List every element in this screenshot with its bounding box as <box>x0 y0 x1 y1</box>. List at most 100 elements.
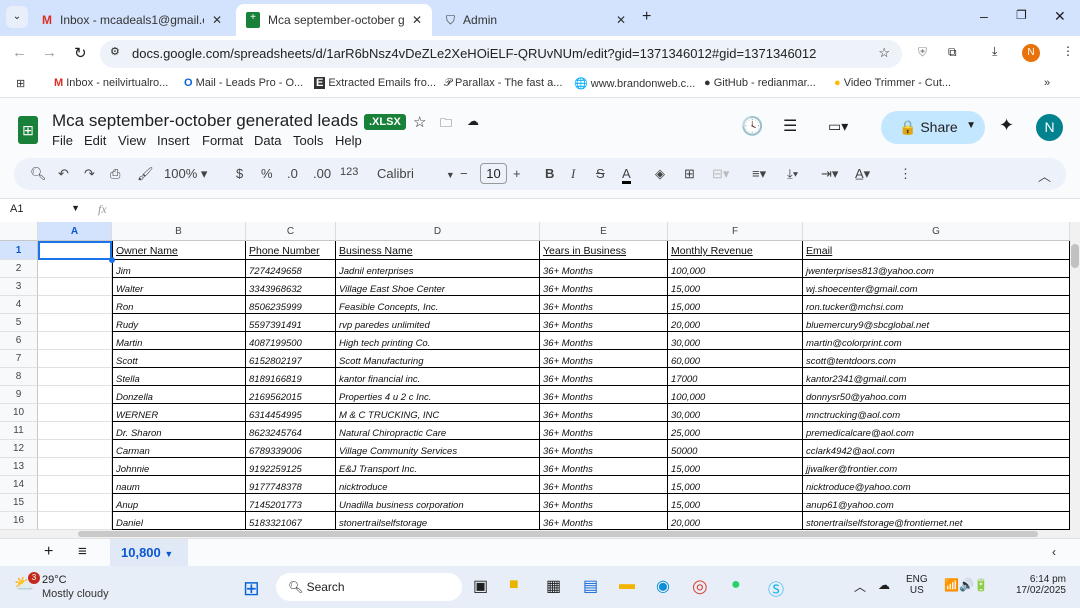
cell[interactable]: 36+ Months <box>540 350 668 368</box>
cell[interactable]: 20,000 <box>668 512 803 530</box>
clock[interactable]: 6:14 pm 17/02/2025 <box>1010 574 1066 596</box>
cell[interactable]: stonertrailselfstorage@frontiernet.net <box>803 512 1070 530</box>
back-icon[interactable]: ← <box>12 44 27 61</box>
cell[interactable]: 36+ Months <box>540 314 668 332</box>
decrease-font-size-button[interactable]: − <box>460 166 468 181</box>
cell[interactable]: 36+ Months <box>540 404 668 422</box>
cell[interactable]: 30,000 <box>668 332 803 350</box>
cell[interactable]: Village Community Services <box>336 440 540 458</box>
bookmark-brandonweb[interactable]: 🌐 www.brandonweb.c... <box>574 77 695 90</box>
reload-icon[interactable]: ↻ <box>74 44 87 62</box>
bookmark-gmail[interactable]: M Inbox - neilvirtualro... <box>54 77 168 89</box>
cell[interactable]: 4087199500 <box>246 332 336 350</box>
cell[interactable]: Properties 4 u 2 c Inc. <box>336 386 540 404</box>
row-header[interactable]: 4 <box>0 296 38 314</box>
row-header[interactable]: 14 <box>0 476 38 494</box>
minimize-button[interactable]: – <box>980 8 988 24</box>
row-header[interactable]: 13 <box>0 458 38 476</box>
vertical-scrollbar[interactable] <box>1070 222 1080 530</box>
cell[interactable]: 15,000 <box>668 494 803 512</box>
cell[interactable]: naum <box>112 476 246 494</box>
cell[interactable]: Anup <box>112 494 246 512</box>
apps-icon[interactable]: ⊞ <box>16 77 25 90</box>
row-header[interactable]: 1 <box>0 241 38 260</box>
italic-button[interactable]: I <box>571 166 575 182</box>
cell-a[interactable] <box>38 332 112 350</box>
cell[interactable]: 36+ Months <box>540 422 668 440</box>
cell[interactable]: Martin <box>112 332 246 350</box>
column-header-e[interactable]: E <box>540 222 668 241</box>
column-header-b[interactable]: B <box>112 222 246 241</box>
name-box[interactable]: A1 ▼ <box>10 203 80 215</box>
share-dropdown-icon[interactable]: ▼ <box>966 120 976 131</box>
text-rotation-icon[interactable]: A̲▾ <box>855 166 870 182</box>
new-tab-button[interactable]: + <box>642 8 651 26</box>
version-history-icon[interactable]: 🕓 <box>741 116 763 137</box>
menu-tools[interactable]: Tools <box>293 133 323 148</box>
cell[interactable]: 8623245764 <box>246 422 336 440</box>
tab-sheets[interactable]: +Mca september-october generated leads✕ <box>236 4 432 36</box>
menu-file[interactable]: File <box>52 133 73 148</box>
percent-format-button[interactable]: % <box>261 166 273 181</box>
cell[interactable]: nicktroduce@yahoo.com <box>803 476 1070 494</box>
tab-gmail[interactable]: MInbox - mcadeals1@gmail.com✕ <box>32 4 232 36</box>
cell[interactable]: 6152802197 <box>246 350 336 368</box>
cell[interactable]: Scott Manufacturing <box>336 350 540 368</box>
cell-a[interactable] <box>38 386 112 404</box>
formula-input[interactable] <box>120 199 1070 221</box>
explore-collapse-icon[interactable]: ‹ <box>1052 545 1056 559</box>
menu-format[interactable]: Format <box>202 133 243 148</box>
cell[interactable]: 20,000 <box>668 314 803 332</box>
menu-data[interactable]: Data <box>254 133 281 148</box>
vertical-align-icon[interactable]: ⤓▾ <box>787 166 798 182</box>
tray-overflow-icon[interactable]: ︿ <box>854 578 866 595</box>
bookmark-outlook[interactable]: O Mail - Leads Pro - O... <box>184 77 303 89</box>
more-options-icon[interactable]: ⋮ <box>899 166 912 182</box>
cell[interactable]: 36+ Months <box>540 386 668 404</box>
column-header-c[interactable]: C <box>246 222 336 241</box>
cell[interactable]: Donzella <box>112 386 246 404</box>
close-window-button[interactable]: ✕ <box>1054 8 1066 25</box>
gemini-icon[interactable]: ✦ <box>999 115 1014 136</box>
print-icon[interactable]: ⎙ <box>110 166 120 182</box>
cell[interactable]: Stella <box>112 368 246 386</box>
cell[interactable]: martin@colorprint.com <box>803 332 1070 350</box>
cell-a[interactable] <box>38 278 112 296</box>
cell[interactable]: wj.shoecenter@gmail.com <box>803 278 1070 296</box>
cell[interactable]: WERNER <box>112 404 246 422</box>
column-title[interactable]: Business Name <box>336 241 540 260</box>
cell[interactable]: Unadilla business corporation <box>336 494 540 512</box>
sheets-logo-icon[interactable]: ⊞ <box>18 116 38 144</box>
extension-icon[interactable]: ⛨ <box>918 45 927 60</box>
cell-a[interactable] <box>38 314 112 332</box>
cell[interactable]: 5183321067 <box>246 512 336 530</box>
forward-icon[interactable]: → <box>42 44 57 61</box>
cell[interactable]: 8506235999 <box>246 296 336 314</box>
cell[interactable]: Village East Shoe Center <box>336 278 540 296</box>
bookmark-parallax[interactable]: 𝒫 Parallax - The fast a... <box>444 77 562 90</box>
fill-color-icon[interactable]: ◈ <box>655 166 665 182</box>
font-select[interactable]: Calibri ▼ <box>377 166 455 181</box>
cell[interactable]: 9192259125 <box>246 458 336 476</box>
select-all-corner[interactable] <box>0 222 38 241</box>
increase-font-size-button[interactable]: + <box>513 166 521 181</box>
calculator-icon[interactable]: ▦ <box>546 576 561 596</box>
cell[interactable]: Jadnil enterprises <box>336 260 540 278</box>
column-header-d[interactable]: D <box>336 222 540 241</box>
cell[interactable]: 36+ Months <box>540 368 668 386</box>
sticky-notes-icon[interactable]: ■ <box>509 576 519 594</box>
cell-a[interactable] <box>38 350 112 368</box>
cell[interactable]: 50000 <box>668 440 803 458</box>
cell-a[interactable] <box>38 494 112 512</box>
zoom-select[interactable]: 100% ▾ <box>164 166 207 182</box>
cell[interactable]: 36+ Months <box>540 494 668 512</box>
cell[interactable]: M & C TRUCKING, INC <box>336 404 540 422</box>
cell[interactable]: 36+ Months <box>540 260 668 278</box>
close-icon[interactable]: ✕ <box>616 13 626 27</box>
column-title[interactable]: Owner Name <box>112 241 246 260</box>
column-title[interactable]: Monthly Revenue <box>668 241 803 260</box>
bookmark-github[interactable]: ● GitHub - redianmar... <box>704 77 816 89</box>
cell-a[interactable] <box>38 476 112 494</box>
cell[interactable]: 60,000 <box>668 350 803 368</box>
network-status-icon[interactable]: ☁ <box>878 578 890 592</box>
